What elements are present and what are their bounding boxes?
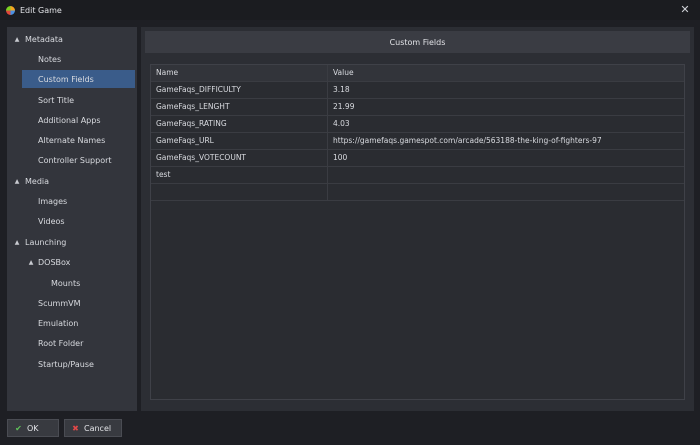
sidebar-item-scummvm[interactable]: ScummVM: [29, 294, 134, 312]
sidebar-item-alternate-names[interactable]: Alternate Names: [29, 131, 134, 149]
cancel-button[interactable]: ✖ Cancel: [64, 419, 122, 437]
sidebar-item-additional-apps[interactable]: Additional Apps: [29, 111, 134, 129]
field-name-cell[interactable]: GameFaqs_URL: [151, 133, 328, 150]
sidebar-item-metadata[interactable]: ▲ Metadata: [12, 30, 134, 48]
expand-arrow-icon[interactable]: ▲: [12, 239, 22, 246]
field-name-cell[interactable]: GameFaqs_LENGHT: [151, 99, 328, 116]
close-icon[interactable]: ✕: [678, 3, 692, 17]
column-header-value[interactable]: Value: [328, 65, 684, 82]
field-value-cell[interactable]: 4.03: [328, 116, 684, 133]
table-row[interactable]: GameFaqs_RATING 4.03: [151, 116, 684, 133]
field-name-cell[interactable]: GameFaqs_RATING: [151, 116, 328, 133]
sidebar-item-custom-fields[interactable]: Custom Fields: [22, 70, 135, 88]
window-title: Edit Game: [20, 5, 62, 15]
checkmark-icon: ✔: [15, 423, 22, 433]
sidebar-item-label: DOSBox: [38, 257, 71, 267]
sidebar-item-controller-support[interactable]: Controller Support: [29, 151, 134, 169]
sidebar-item-label: Mounts: [51, 278, 81, 288]
sidebar-item-label: Emulation: [38, 318, 79, 328]
field-value-cell[interactable]: 21.99: [328, 99, 684, 116]
field-value-cell[interactable]: [328, 184, 684, 201]
app-icon: [6, 5, 15, 15]
field-name-cell[interactable]: test: [151, 167, 328, 184]
field-value-cell[interactable]: 3.18: [328, 82, 684, 99]
sidebar-item-label: Alternate Names: [38, 135, 106, 145]
field-value-cell[interactable]: [328, 167, 684, 184]
sidebar-item-label: Launching: [25, 237, 67, 247]
sidebar-item-label: Controller Support: [38, 155, 112, 165]
field-name-cell[interactable]: GameFaqs_DIFFICULTY: [151, 82, 328, 99]
sidebar-item-label: Notes: [38, 54, 62, 64]
sidebar-item-media[interactable]: ▲ Media: [12, 172, 134, 190]
table-row[interactable]: GameFaqs_LENGHT 21.99: [151, 99, 684, 116]
sidebar-item-videos[interactable]: Videos: [29, 212, 134, 230]
column-header-name[interactable]: Name: [151, 65, 328, 82]
sidebar-item-dosbox[interactable]: ▲ DOSBox: [26, 253, 134, 271]
table-row[interactable]: GameFaqs_VOTECOUNT 100: [151, 150, 684, 167]
panel-header: Custom Fields: [145, 31, 690, 53]
table-row[interactable]: GameFaqs_DIFFICULTY 3.18: [151, 82, 684, 99]
sidebar-item-images[interactable]: Images: [29, 192, 134, 210]
expand-arrow-icon[interactable]: ▲: [26, 259, 36, 266]
sidebar-item-label: ScummVM: [38, 298, 81, 308]
field-value-cell[interactable]: 100: [328, 150, 684, 167]
field-name-cell[interactable]: [151, 184, 328, 201]
sidebar-item-label: Metadata: [25, 34, 63, 44]
sidebar-item-label: Sort Title: [38, 95, 75, 105]
table-row-new[interactable]: [151, 184, 684, 201]
expand-arrow-icon[interactable]: ▲: [12, 36, 22, 43]
table-row[interactable]: test: [151, 167, 684, 184]
field-value-cell[interactable]: https://gamefaqs.gamespot.com/arcade/563…: [328, 133, 684, 150]
sidebar-tree: ▲ Metadata Notes Custom Fields Sort Titl…: [7, 27, 137, 411]
ok-button-label: OK: [27, 423, 39, 433]
sidebar-item-label: Images: [38, 196, 68, 206]
custom-fields-panel: Custom Fields Name Value GameFaqs_DIFFIC…: [141, 27, 694, 411]
sidebar-item-notes[interactable]: Notes: [29, 50, 134, 68]
sidebar-item-label: Root Folder: [38, 338, 84, 348]
sidebar-item-mounts[interactable]: Mounts: [51, 274, 134, 292]
cancel-x-icon: ✖: [72, 423, 79, 433]
custom-fields-table: Name Value GameFaqs_DIFFICULTY 3.18 Game…: [150, 64, 685, 400]
table-header-row: Name Value: [151, 65, 684, 82]
ok-button[interactable]: ✔ OK: [7, 419, 59, 437]
sidebar-item-label: Additional Apps: [38, 115, 101, 125]
sidebar-item-emulation[interactable]: Emulation: [29, 314, 134, 332]
sidebar-item-label: Custom Fields: [38, 74, 94, 84]
title-bar: Edit Game ✕: [0, 0, 700, 20]
sidebar-item-label: Media: [25, 176, 50, 186]
sidebar-item-startup-pause[interactable]: Startup/Pause: [29, 355, 134, 373]
table-row[interactable]: GameFaqs_URL https://gamefaqs.gamespot.c…: [151, 133, 684, 150]
sidebar-item-label: Startup/Pause: [38, 359, 94, 369]
sidebar-item-root-folder[interactable]: Root Folder: [29, 334, 134, 352]
cancel-button-label: Cancel: [84, 423, 112, 433]
sidebar-item-label: Videos: [38, 216, 65, 226]
expand-arrow-icon[interactable]: ▲: [12, 178, 22, 185]
field-name-cell[interactable]: GameFaqs_VOTECOUNT: [151, 150, 328, 167]
sidebar-item-sort-title[interactable]: Sort Title: [29, 91, 134, 109]
sidebar-item-launching[interactable]: ▲ Launching: [12, 233, 134, 251]
